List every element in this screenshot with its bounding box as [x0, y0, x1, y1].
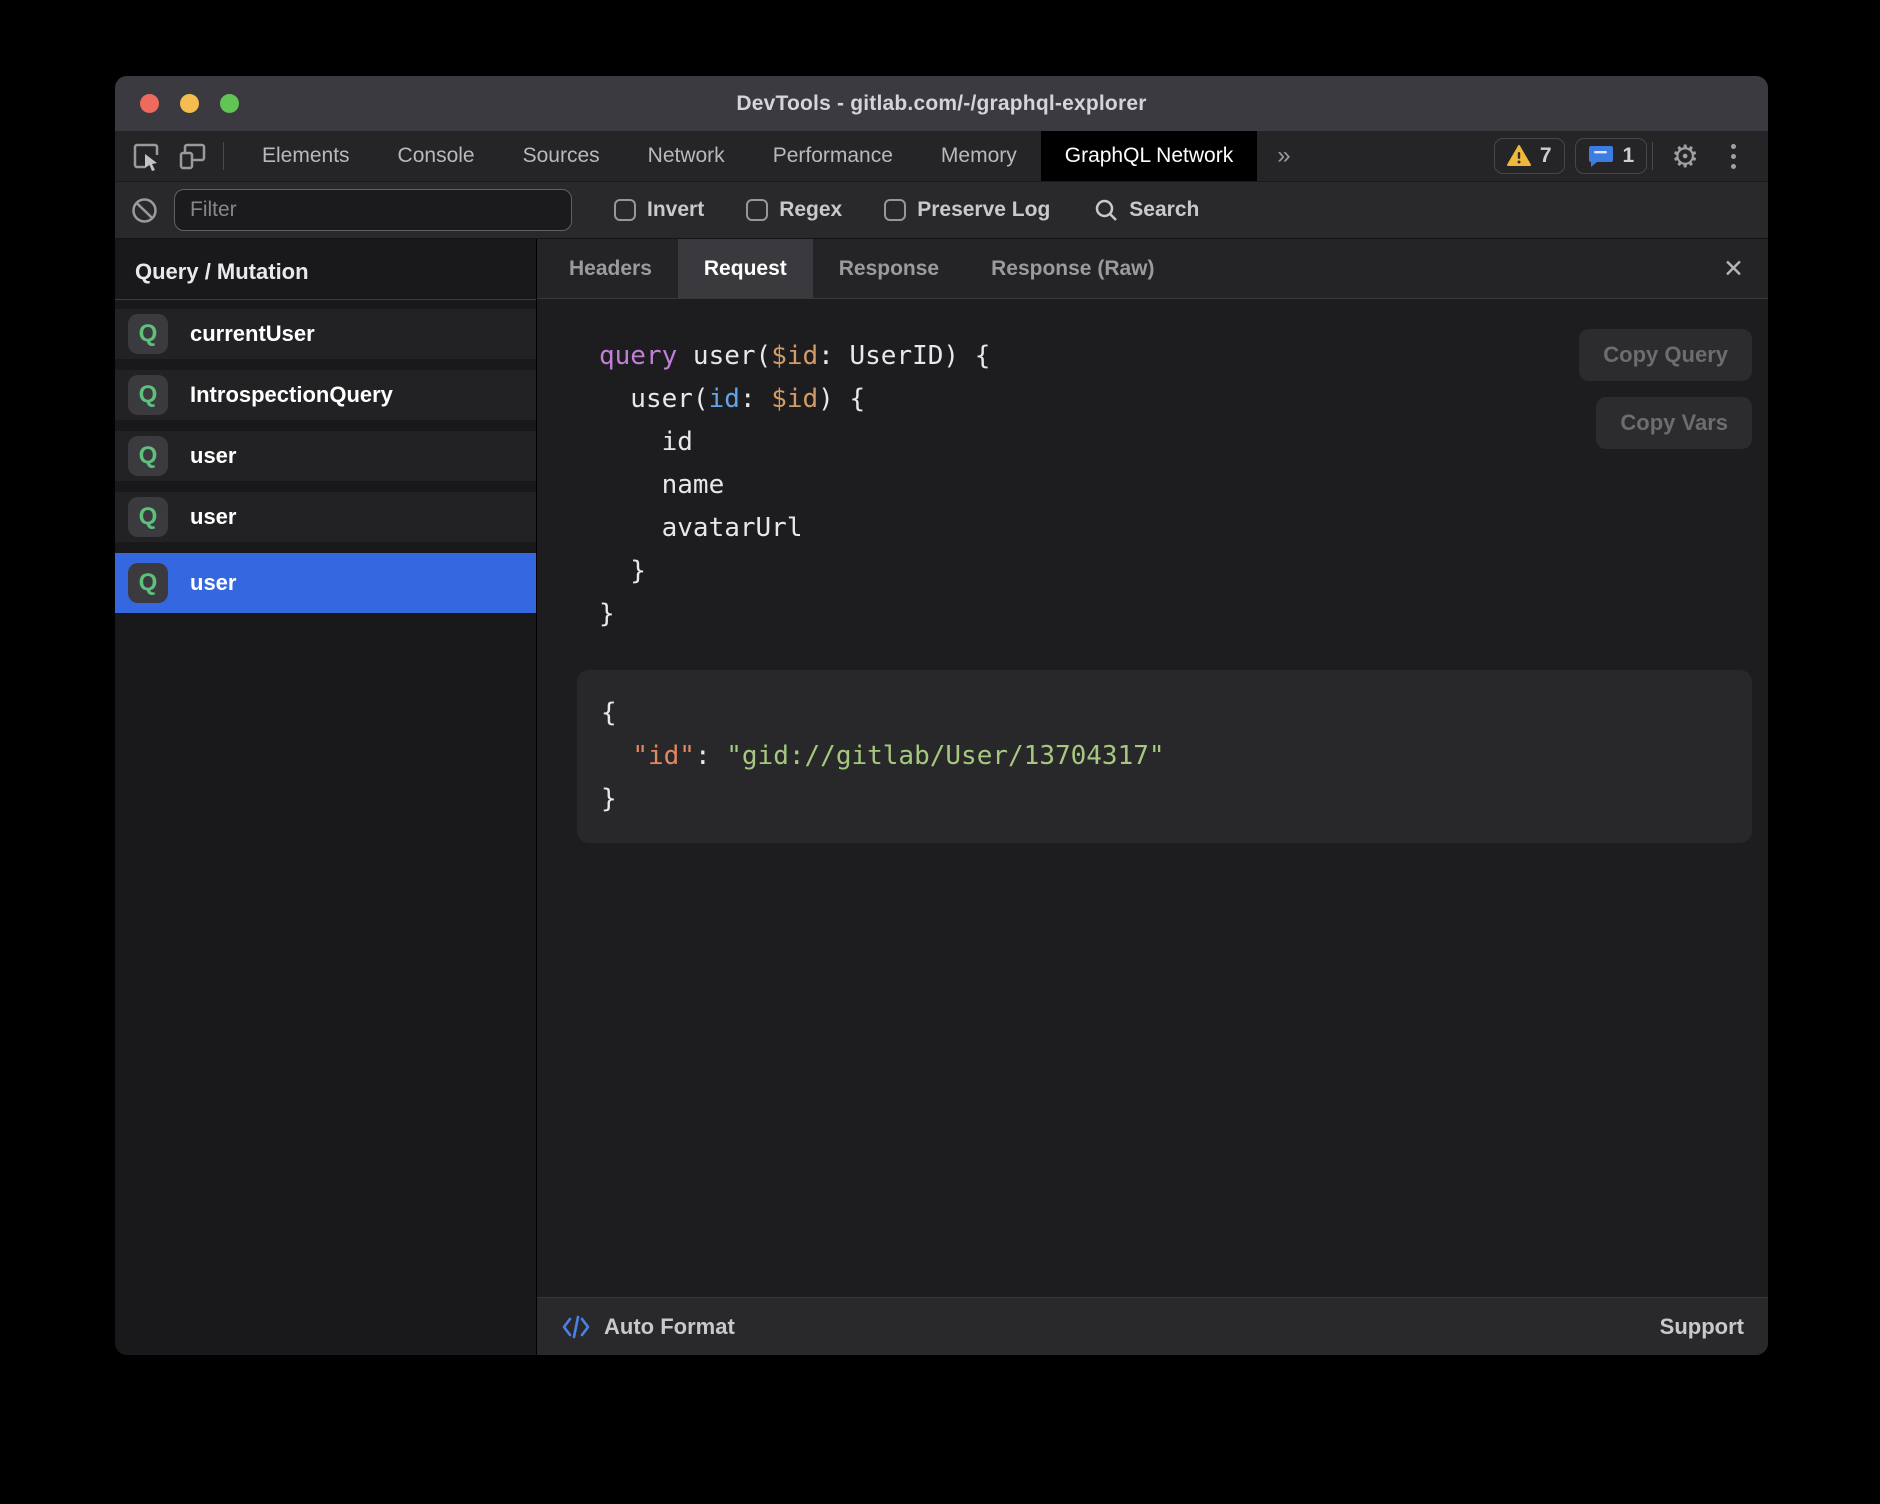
settings-gear-icon[interactable]: ⚙ [1661, 141, 1709, 172]
tab-performance[interactable]: Performance [749, 131, 917, 181]
tab-memory[interactable]: Memory [917, 131, 1041, 181]
inspect-element-icon[interactable] [131, 141, 161, 171]
query-list-item[interactable]: Q IntrospectionQuery [115, 370, 536, 420]
tab-sources[interactable]: Sources [499, 131, 624, 181]
invert-label: Invert [647, 198, 704, 222]
tab-graphql-network[interactable]: GraphQL Network [1041, 131, 1257, 181]
query-list-item-selected[interactable]: Q user [115, 553, 536, 613]
close-window-button[interactable] [140, 94, 159, 113]
graphql-query-code: query user($id: UserID) { user(id: $id) … [577, 335, 1752, 636]
tab-elements[interactable]: Elements [238, 131, 374, 181]
sidebar-header: Query / Mutation [115, 239, 536, 300]
tab-request[interactable]: Request [678, 239, 813, 298]
tab-response-raw[interactable]: Response (Raw) [965, 239, 1180, 298]
copy-query-button[interactable]: Copy Query [1579, 329, 1752, 381]
query-list-item[interactable]: Q currentUser [115, 309, 536, 359]
query-type-icon: Q [128, 563, 168, 603]
block-requests-icon[interactable] [131, 197, 158, 224]
more-options-icon[interactable] [1717, 144, 1750, 169]
warnings-badge[interactable]: 7 [1494, 138, 1565, 174]
query-type-icon: Q [128, 436, 168, 476]
preserve-log-checkbox[interactable] [884, 199, 906, 221]
search-icon [1094, 198, 1119, 223]
devtools-tab-bar: Elements Console Sources Network Perform… [115, 131, 1768, 181]
query-list-item[interactable]: Q user [115, 492, 536, 542]
tab-network[interactable]: Network [624, 131, 749, 181]
search-button[interactable]: Search [1094, 198, 1199, 223]
devtools-window: DevTools - gitlab.com/-/graphql-explorer… [115, 76, 1768, 1355]
preserve-log-label: Preserve Log [917, 198, 1050, 222]
toolbar-divider [1652, 142, 1653, 170]
traffic-lights [140, 76, 239, 131]
more-tabs-chevron-icon[interactable]: » [1257, 131, 1310, 181]
warnings-count: 7 [1540, 144, 1552, 168]
query-variables-box: { "id": "gid://gitlab/User/13704317"} [577, 670, 1752, 843]
copy-vars-button[interactable]: Copy Vars [1596, 397, 1752, 449]
preserve-log-checkbox-group[interactable]: Preserve Log [884, 198, 1050, 222]
minimize-window-button[interactable] [180, 94, 199, 113]
warning-triangle-icon [1507, 145, 1531, 167]
filter-bar: Invert Regex Preserve Log Search [115, 181, 1768, 239]
query-list-sidebar: Query / Mutation Q currentUser Q Introsp… [115, 239, 537, 1355]
tab-console[interactable]: Console [374, 131, 499, 181]
code-brackets-icon [561, 1314, 591, 1340]
title-bar: DevTools - gitlab.com/-/graphql-explorer [115, 76, 1768, 131]
message-bubble-icon [1588, 144, 1614, 168]
device-toolbar-icon[interactable] [177, 141, 207, 171]
issues-count: 1 [1623, 144, 1635, 168]
panel-footer: Auto Format Support [537, 1297, 1768, 1355]
query-list-item[interactable]: Q user [115, 431, 536, 481]
close-panel-icon[interactable]: ✕ [1699, 239, 1768, 298]
regex-checkbox[interactable] [746, 199, 768, 221]
tab-headers[interactable]: Headers [543, 239, 678, 298]
regex-checkbox-group[interactable]: Regex [746, 198, 842, 222]
detail-tab-bar: Headers Request Response Response (Raw) … [537, 239, 1768, 299]
tab-response[interactable]: Response [813, 239, 965, 298]
query-type-icon: Q [128, 497, 168, 537]
search-label: Search [1129, 198, 1199, 222]
invert-checkbox-group[interactable]: Invert [614, 198, 704, 222]
request-panel: query user($id: UserID) { user(id: $id) … [537, 299, 1768, 1297]
issues-badge[interactable]: 1 [1575, 138, 1648, 174]
filter-input[interactable] [174, 189, 572, 231]
toolbar-divider [223, 142, 224, 170]
support-link[interactable]: Support [1660, 1314, 1744, 1340]
zoom-window-button[interactable] [220, 94, 239, 113]
window-title: DevTools - gitlab.com/-/graphql-explorer [736, 92, 1146, 116]
query-type-icon: Q [128, 375, 168, 415]
auto-format-button[interactable]: Auto Format [604, 1314, 735, 1340]
query-type-icon: Q [128, 314, 168, 354]
invert-checkbox[interactable] [614, 199, 636, 221]
regex-label: Regex [779, 198, 842, 222]
